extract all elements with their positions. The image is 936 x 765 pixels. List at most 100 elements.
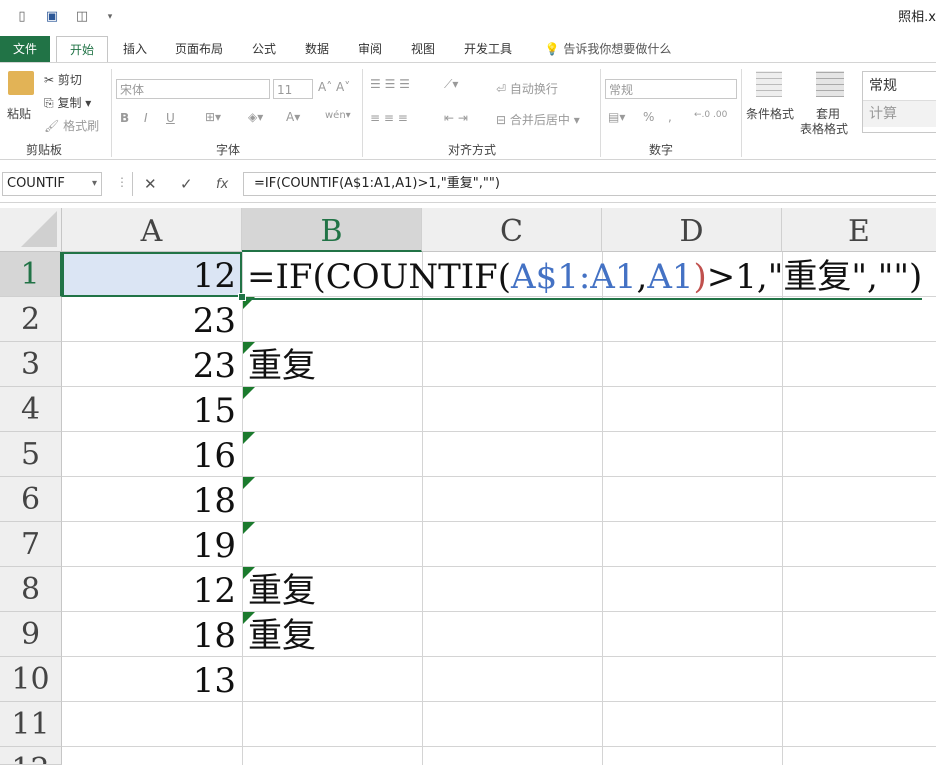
paste-button[interactable]: 粘贴 [7,105,31,122]
ribbon-separator [741,69,742,157]
border-icon[interactable]: ⊞▾ [205,110,221,124]
dots-icon: ⋮ [116,175,128,189]
row-header-2[interactable]: 2 [0,297,62,342]
style-normal[interactable]: 常规 [863,72,936,101]
formula-input[interactable]: =IF(COUNTIF(A$1:A1,A1)>1,"重复","") [243,172,936,196]
font-size-select[interactable]: 11 [273,79,313,99]
tab-home[interactable]: 开始 [56,36,108,64]
enter-icon[interactable]: ✓ [180,175,193,193]
row-header-6[interactable]: 6 [0,477,62,522]
phonetic-icon[interactable]: wén▾ [325,110,351,121]
row-header-10[interactable]: 10 [0,657,62,702]
row-header-1[interactable]: 1 [0,252,62,297]
cell-a5[interactable]: 16 [62,432,242,477]
tell-me-text: 告诉我你想要做什么 [563,42,672,56]
format-painter-button[interactable]: 🖌 格式刷 [44,117,99,134]
cell-a1[interactable]: 12 [62,252,242,297]
ribbon-separator [362,69,363,157]
cell-a9[interactable]: 18 [62,612,242,657]
merge-center-button[interactable]: ⊟ 合并后居中 ▾ [496,111,580,128]
tab-view[interactable]: 视图 [400,36,446,62]
currency-icon[interactable]: ▤▾ [608,110,625,124]
fill-handle[interactable] [238,293,246,301]
select-all-icon [21,211,57,247]
tab-page-layout[interactable]: 页面布局 [166,36,232,62]
cell-a4[interactable]: 15 [62,387,242,432]
tab-file[interactable]: 文件 [0,36,50,62]
column-header-e[interactable]: E [782,208,936,252]
cell-b1-editor[interactable]: =IF(COUNTIF(A$1:A1,A1)>1,"重复","") [243,253,923,300]
formula-bar: COUNTIF ▾ ⋮ ✕ ✓ fx =IF(COUNTIF(A$1:A1,A1)… [0,166,936,203]
wrap-text-button[interactable]: ⏎ 自动换行 [496,80,558,97]
preview-icon[interactable]: ◫ [74,8,90,26]
comma-button[interactable]: , [668,110,672,124]
new-icon[interactable]: ▯ [14,8,30,26]
percent-button[interactable]: % [643,110,654,124]
row-header-5[interactable]: 5 [0,432,62,477]
paste-icon [8,71,34,95]
select-all-corner[interactable] [0,208,62,252]
qat-more-icon[interactable]: ▾ [102,8,118,26]
indent-icon[interactable]: ⇤ ⇥ [444,111,468,125]
grow-font-icon[interactable]: A˄ A˅ [318,80,350,94]
insert-function-icon[interactable]: fx [216,177,228,192]
orientation-icon[interactable]: ⟋▾ [444,77,458,92]
cell-b10[interactable] [242,657,248,702]
cell-b8[interactable]: 重复 [242,567,316,612]
italic-button[interactable]: I [144,111,148,125]
align-top-icon[interactable]: ☰ ☰ ☰ [370,77,410,91]
tell-me-box[interactable]: 💡 告诉我你想要做什么 [538,36,678,62]
tab-formulas[interactable]: 公式 [242,36,286,62]
column-header-d[interactable]: D [602,208,782,252]
row-header-7[interactable]: 7 [0,522,62,567]
worksheet-grid[interactable]: A B C D E 1 2 3 4 5 6 7 8 9 10 11 12 12 … [0,208,936,765]
font-color-icon[interactable]: A▾ [286,110,300,124]
cell-a6[interactable]: 18 [62,477,242,522]
tab-insert[interactable]: 插入 [112,36,158,62]
conditional-format-button[interactable]: 条件格式 [746,105,794,122]
cell-b7[interactable] [242,522,248,567]
cut-button[interactable]: ✂ 剪切 [44,71,82,88]
lightbulb-icon: 💡 [544,42,560,56]
edit-part-1: =IF(COUNTIF( [247,257,512,297]
cell-a8[interactable]: 12 [62,567,242,612]
cell-a3[interactable]: 23 [62,342,242,387]
tab-developer[interactable]: 开发工具 [456,36,520,62]
style-calc[interactable]: 计算 [863,101,936,127]
row-header-9[interactable]: 9 [0,612,62,657]
copy-button[interactable]: ⎘ 复制 ▾ [44,94,91,111]
column-header-a[interactable]: A [62,208,242,252]
cell-a7[interactable]: 19 [62,522,242,567]
tab-data[interactable]: 数据 [294,36,340,62]
column-header-b[interactable]: B [242,208,422,252]
alignment-group-label: 对齐方式 [448,143,497,157]
cell-a2[interactable]: 23 [62,297,242,342]
decimal-icon[interactable]: ←.0 .00 [694,110,727,120]
cell-b4[interactable] [242,387,248,432]
save-icon[interactable]: ▣ [44,8,60,26]
copy-label: 复制 [57,96,82,110]
row-header-3[interactable]: 3 [0,342,62,387]
row-header-11[interactable]: 11 [0,702,62,747]
row-header-4[interactable]: 4 [0,387,62,432]
font-name-select[interactable]: 宋体 [116,79,270,99]
tab-review[interactable]: 审阅 [348,36,392,62]
number-group-label: 数字 [649,143,674,157]
bold-button[interactable]: B [120,111,129,125]
cell-a10[interactable]: 13 [62,657,242,702]
cell-b6[interactable] [242,477,248,522]
align-left-icon[interactable]: ≡ ≡ ≡ [370,111,408,125]
cell-b9[interactable]: 重复 [242,612,316,657]
underline-button[interactable]: U [166,111,175,125]
name-box[interactable]: COUNTIF ▾ [2,172,102,196]
row-header-8[interactable]: 8 [0,567,62,612]
column-header-c[interactable]: C [422,208,602,252]
cancel-icon[interactable]: ✕ [144,175,157,193]
row-header-12[interactable]: 12 [0,747,62,765]
cell-b2[interactable] [242,297,248,342]
cell-b5[interactable] [242,432,248,477]
fill-color-icon[interactable]: ◈▾ [248,110,263,124]
number-format-select[interactable]: 常规 [605,79,737,99]
table-format-label-2[interactable]: 表格格式 [800,120,848,137]
cell-b3[interactable]: 重复 [242,342,316,387]
